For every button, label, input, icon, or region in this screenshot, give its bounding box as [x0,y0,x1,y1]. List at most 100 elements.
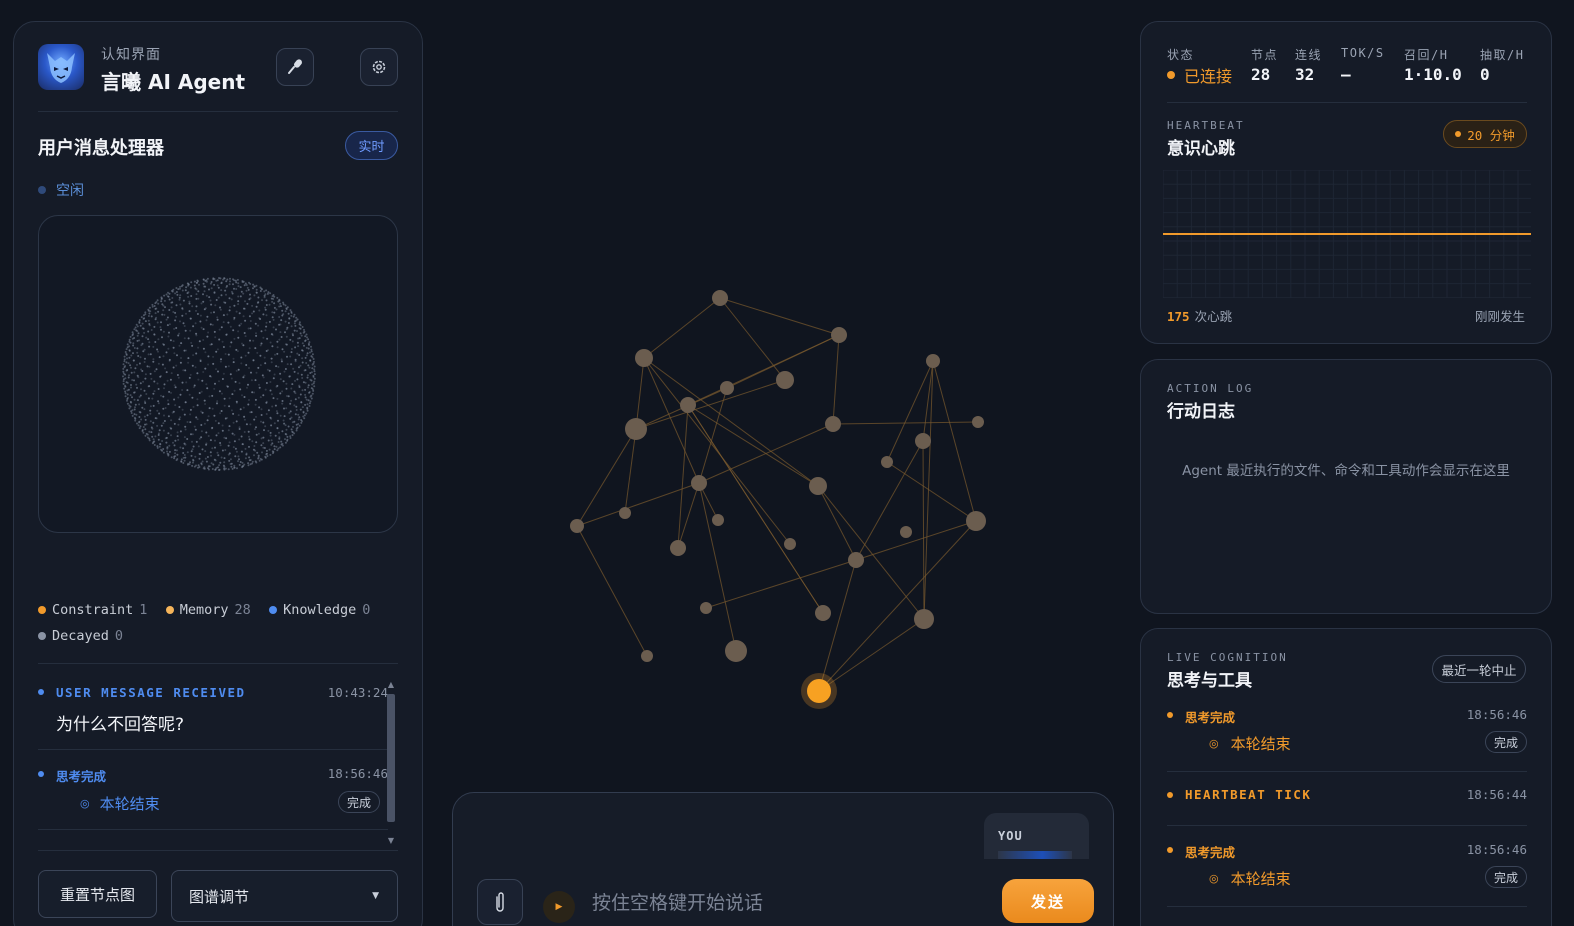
graph-node[interactable] [691,475,707,491]
realtime-badge[interactable]: 实时 [345,131,398,160]
graph-node[interactable] [776,371,794,389]
attach-button[interactable] [477,879,523,925]
graph-node[interactable] [700,602,712,614]
settings-button[interactable] [360,48,398,86]
edges-label: 连线 [1295,48,1323,62]
divider [38,850,398,851]
graph-node[interactable] [825,416,841,432]
legend-dot [38,632,46,640]
graph-node[interactable] [972,416,984,428]
cognition-panel: LIVE COGNITION 思考与工具 最近一轮中止 思考完成 18:56:4… [1140,628,1552,926]
recent-round-pill[interactable]: 最近一轮中止 [1432,655,1526,683]
legend-label: Constraint [52,602,134,618]
graph-edge [677,482,700,549]
graph-edge [643,357,700,484]
divider [1167,825,1527,826]
graph-edge [817,485,925,620]
you-message-preview[interactable]: YOU [984,813,1089,859]
graph-node[interactable] [926,354,940,368]
connection-status: 已连接 [1184,67,1233,86]
heartbeat-title: 意识心跳 [1167,139,1235,159]
cognition-dot [1167,847,1173,853]
graph-node[interactable] [815,605,831,621]
graph-node[interactable] [680,397,696,413]
graph-edge [687,404,824,614]
reset-graph-button[interactable]: 重置节点图 [38,870,157,918]
knowledge-graph[interactable] [540,270,1010,720]
heartbeat-when: 刚刚发生 [1474,309,1525,324]
done-pill: 完成 [1484,731,1527,753]
tok-value: — [1341,65,1351,84]
scroll-down-icon[interactable]: ▼ [386,836,396,845]
status-panel: 状态 已连接 节点 28 连线 32 TOK/S — 召回/H 1·10.0 抽… [1140,21,1552,344]
cognition-time: 18:56:46 [1466,707,1527,722]
demon-mask-avatar [38,44,84,90]
node-legend: Constraint 1 Memory 28 Knowledge 0 Decay… [38,602,408,654]
event-list[interactable]: USER MESSAGE RECEIVED 10:43:24 为什么不回答呢? … [38,677,388,830]
graph-edge [818,618,925,692]
graph-edge [719,297,840,336]
graph-edge [719,297,786,381]
graph-node[interactable] [914,609,934,629]
graph-node[interactable] [712,514,724,526]
event-item[interactable]: USER MESSAGE RECEIVED 10:43:24 为什么不回答呢? [38,677,388,750]
legend-knowledge: Knowledge 0 [269,602,370,618]
graph-edge [817,485,857,561]
microphone-button[interactable] [276,48,314,86]
divider [1167,771,1527,772]
left-panel: 认知界面 言曦 AI Agent 用户消息处理器 实时 空闲 Constrain… [13,21,423,926]
legend-label: Memory [179,602,229,618]
cognition-item[interactable]: 思考完成 18:56:46 ◎ 本轮结束 完成 [1167,707,1527,767]
graph-node[interactable] [831,327,847,343]
graph-node[interactable] [784,538,796,550]
particle-sphere-view[interactable] [38,215,398,533]
heartbeat-count: 175 次心跳 [1167,306,1232,325]
edges-value: 32 [1295,65,1315,84]
nodes-label: 节点 [1251,48,1279,62]
graph-node[interactable] [900,526,912,538]
graph-node[interactable] [725,640,747,662]
event-item[interactable]: 思考完成 18:56:46 ◎ 本轮结束 完成 [38,750,388,830]
action-log-panel: ACTION LOG 行动日志 Agent 最近执行的文件、命令和工具动作会显示… [1140,359,1552,614]
graph-node[interactable] [881,456,893,468]
graph-tuning-label: 图谱调节 [189,887,250,906]
divider [1167,906,1527,907]
graph-node[interactable] [570,519,584,533]
message-thumbnail [998,851,1072,859]
cognition-sub: ◎ 本轮结束 [1209,868,1291,889]
legend-dot [269,606,278,614]
graph-node[interactable] [848,552,864,568]
connection-dot [1167,71,1175,79]
legend-count: 0 [114,628,124,644]
graph-node[interactable] [625,418,647,440]
nodes-value: 28 [1251,65,1271,84]
legend-count: 1 [139,602,148,618]
legend-decayed: Decayed 0 [38,628,123,644]
graph-node[interactable] [915,433,931,449]
voice-indicator-icon[interactable]: ▶ [543,891,575,923]
heartbeat-interval-badge[interactable]: 20 分钟 [1443,120,1527,148]
graph-edge [922,440,925,620]
target-icon: ◎ [80,797,90,810]
cognition-item[interactable]: 思考完成 18:56:46 ◎ 本轮结束 完成 [1167,842,1527,902]
graph-tuning-select[interactable]: 图谱调节 ▼ [171,870,398,922]
graph-node[interactable] [635,349,653,367]
graph-node[interactable] [720,381,734,395]
graph-node[interactable] [670,540,686,556]
scroll-up-icon[interactable]: ▲ [386,680,396,689]
processor-title: 用户消息处理器 [38,138,164,159]
event-scrollbar[interactable]: ▲ ▼ [386,680,396,848]
graph-node[interactable] [619,507,631,519]
scroll-thumb[interactable] [387,694,395,822]
graph-node-active[interactable] [807,679,831,703]
graph-node[interactable] [966,511,986,531]
legend-constraint: Constraint 1 [38,602,147,618]
voice-hint[interactable]: 按住空格键开始说话 [592,888,763,915]
graph-node[interactable] [641,650,653,662]
graph-node[interactable] [712,290,728,306]
action-log-empty: Agent 最近执行的文件、命令和工具动作会显示在这里 [1182,463,1510,479]
event-message: 为什么不回答呢? [56,715,185,735]
cognition-item[interactable]: HEARTBEAT TICK 18:56:44 [1167,787,1527,807]
send-button[interactable]: 发送 [1002,879,1094,923]
graph-node[interactable] [809,477,827,495]
